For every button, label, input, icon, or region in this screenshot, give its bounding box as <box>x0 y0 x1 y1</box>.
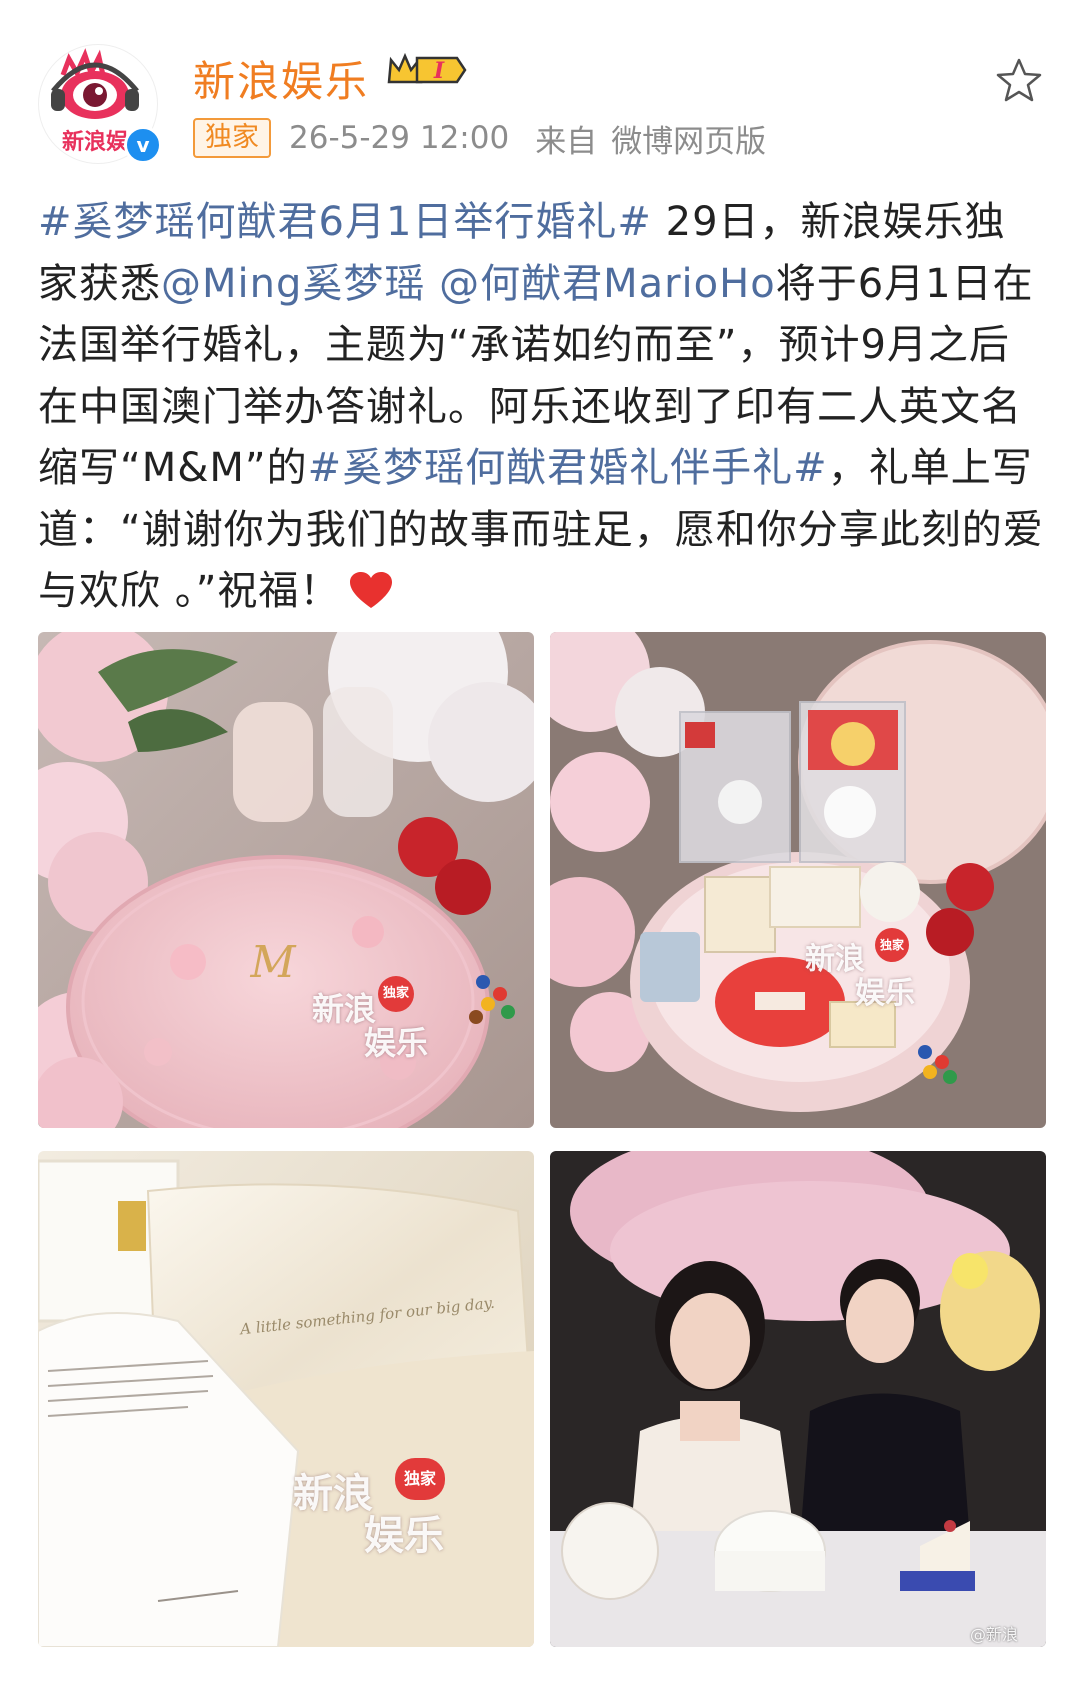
watermark-text: 娱乐 <box>364 1512 444 1559</box>
hashtag-wedding[interactable]: #奚梦瑶何猷君6月1日举行婚礼# <box>38 199 652 245</box>
watermark-badge: 独家 <box>395 1458 445 1500</box>
watermark-text: 新浪 <box>293 1470 373 1517</box>
heart-emoji-icon <box>350 567 393 629</box>
favorite-star-icon[interactable] <box>994 56 1044 106</box>
watermark-text: 娱乐 <box>855 976 915 1011</box>
svg-text:新浪娱: 新浪娱 <box>62 129 129 155</box>
post-timestamp[interactable]: 26-5-29 12:00 <box>289 120 509 156</box>
watermark-badge: 独家 <box>875 928 909 962</box>
verified-badge-icon: v <box>124 126 162 164</box>
post-text: #奚梦瑶何猷君6月1日举行婚礼# 29日，新浪娱乐独家获悉@Ming奚梦瑶 @何… <box>38 192 1046 629</box>
corner-watermark: @新浪 <box>970 1625 1019 1644</box>
watermark-text: 娱乐 <box>364 1024 429 1062</box>
watermark-badge: 独家 <box>378 976 414 1012</box>
photo-card-pouch[interactable]: A little something for our big day. 新浪 娱… <box>38 1151 534 1647</box>
rank-label: I <box>433 58 445 84</box>
text-space <box>425 261 439 307</box>
photo-gift-box[interactable]: M 新浪 娱乐 独家 <box>38 632 534 1128</box>
exclusive-tag: 独家 <box>193 118 271 158</box>
source-client: 微博网页版 <box>611 123 767 160</box>
post-meta: 独家 26-5-29 12:00 来自 微博网页版 <box>193 118 767 160</box>
crown-rank-icon[interactable]: I <box>387 52 467 92</box>
photo-couple[interactable]: @新浪 <box>550 1151 1046 1647</box>
username[interactable]: 新浪娱乐 <box>193 48 369 109</box>
hashtag-gift[interactable]: #奚梦瑶何猷君婚礼伴手礼# <box>308 445 828 491</box>
svg-text:M: M <box>249 937 296 988</box>
image-grid: M 新浪 娱乐 独家 新浪 娱乐 独家 A little something f… <box>38 632 1046 1647</box>
mention-ming[interactable]: @Ming奚梦瑶 <box>161 261 425 307</box>
mention-mario[interactable]: @何猷君MarioHo <box>439 261 776 307</box>
source-label: 来自 <box>535 123 598 160</box>
photo-gift-contents[interactable]: 新浪 娱乐 独家 <box>550 632 1046 1128</box>
post-header: 新浪娱 v 新浪娱乐 I 独家 26-5-29 12:00 来自 微博网页版 <box>0 0 1080 180</box>
